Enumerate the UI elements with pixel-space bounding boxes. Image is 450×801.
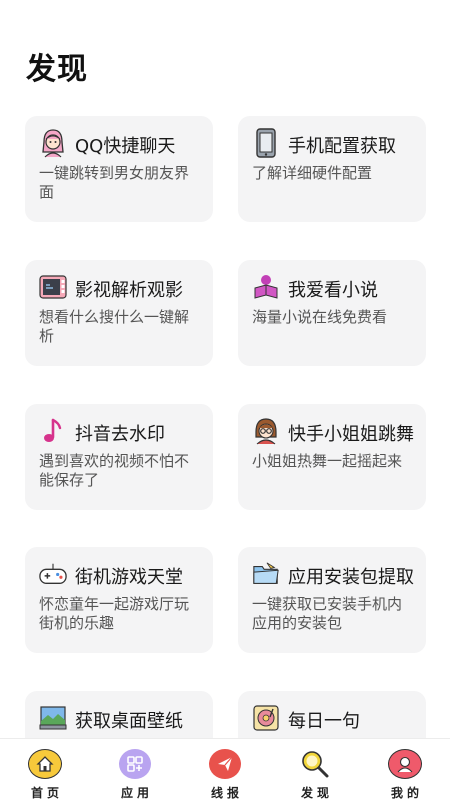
card-desc: 遇到喜欢的视频不怕不能保存了 xyxy=(39,452,190,489)
folder-icon xyxy=(252,559,280,589)
tab-label: 发现 xyxy=(300,786,333,800)
card-video-parse[interactable]: 影视解析观影 想看什么搜什么一键解析 xyxy=(25,260,213,366)
card-wallpaper[interactable]: 获取桌面壁纸 xyxy=(25,691,213,738)
card-douyin-watermark[interactable]: 抖音去水印 遇到喜欢的视频不怕不能保存了 xyxy=(25,404,213,510)
feature-grid: QQ快捷聊天 一键跳转到男女朋友界面 手机配置获取 了解详细硬件配置 影视解析观… xyxy=(0,0,450,738)
card-title: 我爱看小说 xyxy=(288,280,378,301)
card-title: 快手小姐姐跳舞 xyxy=(288,424,414,445)
record-player-icon xyxy=(252,703,280,733)
card-novel[interactable]: 我爱看小说 海量小说在线免费看 xyxy=(238,260,426,366)
card-title: QQ快捷聊天 xyxy=(75,136,176,157)
tab-home[interactable]: 首页 xyxy=(0,739,90,801)
tab-label: 首页 xyxy=(30,786,63,800)
card-phone-config[interactable]: 手机配置获取 了解详细硬件配置 xyxy=(238,116,426,222)
card-arcade-games[interactable]: 街机游戏天堂 怀恋童年一起游戏厅玩街机的乐趣 xyxy=(25,547,213,653)
card-apk-extract[interactable]: 应用安装包提取 一键获取已安装手机内应用的安装包 xyxy=(238,547,426,653)
card-title: 每日一句 xyxy=(288,711,360,732)
tab-news[interactable]: 线报 xyxy=(180,739,270,801)
card-desc: 一键跳转到男女朋友界面 xyxy=(39,164,190,201)
music-note-icon xyxy=(39,416,67,446)
card-desc: 海量小说在线免费看 xyxy=(252,308,388,326)
card-qq-chat[interactable]: QQ快捷聊天 一键跳转到男女朋友界面 xyxy=(25,116,213,222)
bottom-tab-bar: 首页 应用 线报 发现 我的 xyxy=(0,738,450,801)
tv-icon xyxy=(39,272,67,302)
gamepad-icon xyxy=(39,559,67,589)
magnifier-icon xyxy=(299,749,331,779)
tab-discover[interactable]: 发现 xyxy=(270,739,360,801)
user-icon xyxy=(388,749,422,779)
tab-label: 我的 xyxy=(390,786,423,800)
tab-label: 线报 xyxy=(210,786,243,800)
card-daily-quote[interactable]: 每日一句 xyxy=(238,691,426,738)
apps-grid-icon xyxy=(119,749,151,779)
tab-apps[interactable]: 应用 xyxy=(90,739,180,801)
card-desc: 小姐姐热舞一起摇起来 xyxy=(252,452,403,470)
card-kuaishou-dance[interactable]: 快手小姐姐跳舞 小姐姐热舞一起摇起来 xyxy=(238,404,426,510)
tab-label: 应用 xyxy=(120,786,153,800)
reader-icon xyxy=(252,272,280,302)
wallpaper-icon xyxy=(39,703,67,733)
card-title: 影视解析观影 xyxy=(75,280,183,301)
card-title: 应用安装包提取 xyxy=(288,567,414,588)
home-icon xyxy=(28,749,62,779)
card-title: 街机游戏天堂 xyxy=(75,567,183,588)
card-desc: 一键获取已安装手机内应用的安装包 xyxy=(252,595,403,632)
card-desc: 怀恋童年一起游戏厅玩街机的乐趣 xyxy=(39,595,190,632)
girl-glasses-icon xyxy=(252,416,280,446)
card-title: 抖音去水印 xyxy=(75,424,165,445)
girl-avatar-icon xyxy=(39,128,67,158)
card-title: 获取桌面壁纸 xyxy=(75,711,183,732)
card-title: 手机配置获取 xyxy=(288,136,396,157)
phone-icon xyxy=(252,128,280,158)
paper-plane-icon xyxy=(209,749,241,779)
tab-profile[interactable]: 我的 xyxy=(360,739,450,801)
card-desc: 想看什么搜什么一键解析 xyxy=(39,308,190,345)
card-desc: 了解详细硬件配置 xyxy=(252,164,373,182)
